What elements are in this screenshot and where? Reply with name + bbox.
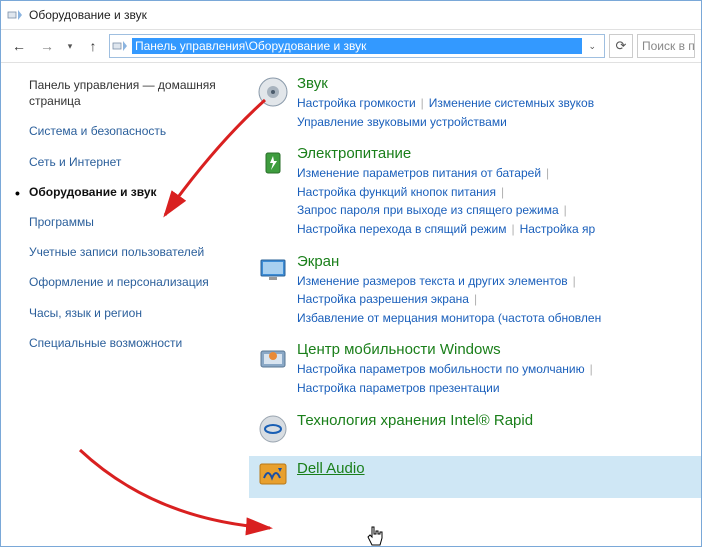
category-sound: Звук Настройка громкости|Изменение систе… <box>249 71 701 141</box>
link-text-size[interactable]: Изменение размеров текста и других элеме… <box>297 274 568 288</box>
link-sleep[interactable]: Настройка перехода в спящий режим <box>297 222 506 236</box>
hardware-sound-icon <box>7 7 23 23</box>
address-dropdown[interactable]: ⌄ <box>582 41 602 52</box>
category-dell-audio: Dell Audio <box>249 456 701 498</box>
link-presentation[interactable]: Настройка параметров презентации <box>297 381 500 395</box>
category-title-power[interactable]: Электропитание <box>297 145 701 162</box>
link-brightness[interactable]: Настройка яр <box>520 222 596 236</box>
address-path: Панель управления\Оборудование и звук <box>132 38 582 54</box>
sidebar-home[interactable]: Панель управления — домашняя страница <box>29 77 239 109</box>
body: Панель управления — домашняя страница Си… <box>1 63 701 546</box>
back-button[interactable]: ← <box>7 34 31 58</box>
sound-icon <box>249 75 297 131</box>
category-title-dell-audio[interactable]: Dell Audio <box>297 460 701 477</box>
sidebar-item-accessibility[interactable]: Специальные возможности <box>29 335 239 351</box>
link-manage-audio[interactable]: Управление звуковыми устройствами <box>297 115 507 129</box>
sidebar-item-programs[interactable]: Программы <box>29 214 239 230</box>
sidebar-item-network[interactable]: Сеть и Интернет <box>29 154 239 170</box>
sidebar-item-users[interactable]: Учетные записи пользователей <box>29 244 239 260</box>
link-resolution[interactable]: Настройка разрешения экрана <box>297 292 469 306</box>
category-title-sound[interactable]: Звук <box>297 75 701 92</box>
sidebar-item-clock[interactable]: Часы, язык и регион <box>29 305 239 321</box>
display-icon <box>249 253 297 328</box>
category-power: Электропитание Изменение параметров пита… <box>249 141 701 248</box>
sidebar-item-system[interactable]: Система и безопасность <box>29 123 239 139</box>
refresh-button[interactable]: ⟳ <box>609 34 633 58</box>
mobility-icon <box>249 341 297 397</box>
category-mobility: Центр мобильности Windows Настройка пара… <box>249 337 701 407</box>
power-icon <box>249 145 297 238</box>
category-display: Экран Изменение размеров текста и других… <box>249 249 701 338</box>
intel-rapid-icon <box>249 412 297 446</box>
link-flicker[interactable]: Избавление от мерцания монитора (частота… <box>297 311 601 325</box>
search-input[interactable]: Поиск в п <box>637 34 695 58</box>
category-title-mobility[interactable]: Центр мобильности Windows <box>297 341 701 358</box>
history-dropdown[interactable]: ▾ <box>63 34 77 58</box>
link-power-buttons[interactable]: Настройка функций кнопок питания <box>297 185 496 199</box>
forward-button[interactable]: → <box>35 34 59 58</box>
category-title-display[interactable]: Экран <box>297 253 701 270</box>
category-title-intel[interactable]: Технология хранения Intel® Rapid <box>297 412 701 429</box>
link-mobility-default[interactable]: Настройка параметров мобильности по умол… <box>297 362 585 376</box>
address-bar[interactable]: Панель управления\Оборудование и звук ⌄ <box>109 34 605 58</box>
up-button[interactable]: ↑ <box>81 34 105 58</box>
dell-audio-icon <box>249 460 297 488</box>
navbar: ← → ▾ ↑ Панель управления\Оборудование и… <box>1 29 701 63</box>
link-battery[interactable]: Изменение параметров питания от батарей <box>297 166 541 180</box>
sidebar-item-appearance[interactable]: Оформление и персонализация <box>29 274 239 290</box>
link-password-sleep[interactable]: Запрос пароля при выходе из спящего режи… <box>297 203 559 217</box>
link-system-sounds[interactable]: Изменение системных звуков <box>429 96 594 110</box>
hardware-sound-icon <box>112 38 128 54</box>
main-content: Звук Настройка громкости|Изменение систе… <box>249 63 701 546</box>
category-intel-rapid: Технология хранения Intel® Rapid <box>249 408 701 456</box>
sidebar: Панель управления — домашняя страница Си… <box>1 63 249 546</box>
link-volume[interactable]: Настройка громкости <box>297 96 416 110</box>
control-panel-window: Оборудование и звук ← → ▾ ↑ Панель управ… <box>0 0 702 547</box>
titlebar: Оборудование и звук <box>1 1 701 29</box>
sidebar-item-hardware-sound[interactable]: Оборудование и звук <box>29 184 239 200</box>
window-title: Оборудование и звук <box>29 8 147 22</box>
